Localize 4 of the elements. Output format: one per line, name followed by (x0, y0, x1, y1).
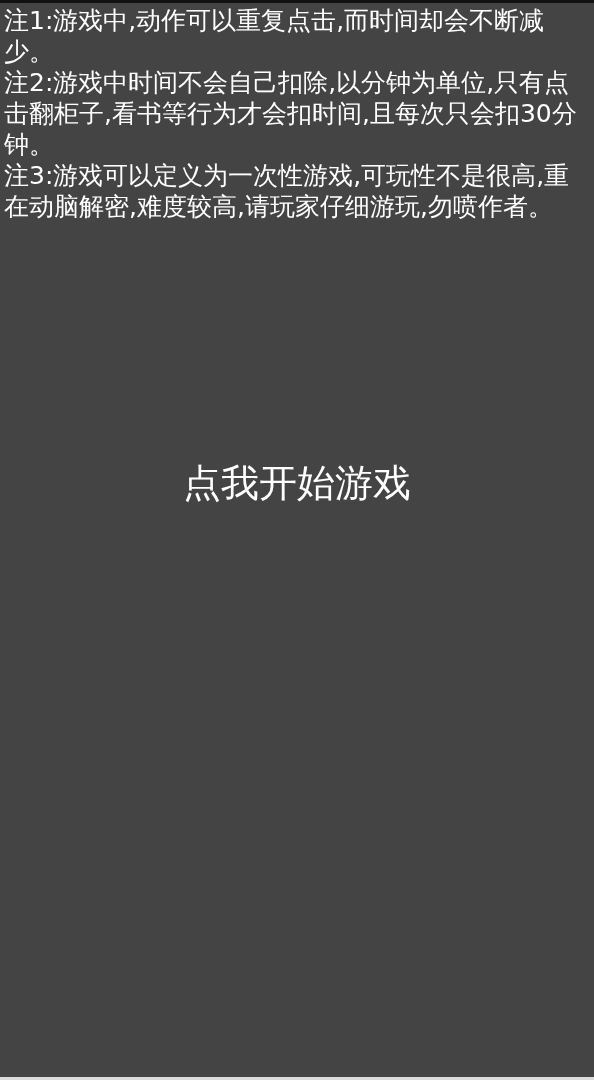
start-game-button[interactable]: 点我开始游戏 (175, 454, 419, 513)
note-text: 注2:游戏中时间不会自己扣除,以分钟为单位,只有点击翻柜子,看书等行为才会扣时间,且每次只会扣30分钟。 (4, 67, 578, 160)
note-text: 注3:游戏可以定义为一次性游戏,可玩性不是很高,重在动脑解密,难度较高,请玩家仔细游玩,勿喷作者。 (4, 160, 571, 222)
note-text: 注1:游戏中,动作可以重复点击,而时间却会不断减少。 (4, 5, 546, 67)
